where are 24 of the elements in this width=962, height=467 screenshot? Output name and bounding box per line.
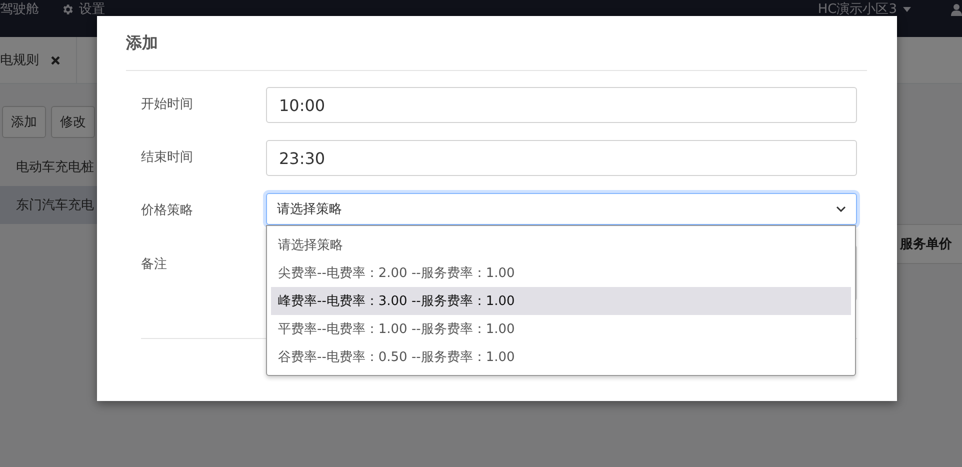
toolbar-button[interactable]: 修改 [51,106,95,138]
community-dropdown[interactable]: HC演示小区3 [818,3,911,16]
field-label: 开始时间 [141,96,194,113]
field-label: 备注 [141,256,168,273]
dropdown-option[interactable]: 谷费率--电费率：0.50 --服务费率：1.00 [271,343,851,371]
nav-link[interactable]: 驾驶舱 [0,3,39,16]
select-field[interactable]: 请选择策略 [266,193,857,225]
dropdown-option[interactable]: 平费率--电费率：1.00 --服务费率：1.00 [271,315,851,343]
tab[interactable]: 电规则 [0,51,39,69]
toolbar-button[interactable]: 添加 [2,106,46,138]
input-field[interactable]: 23:30 [266,140,857,176]
dialog-title: 添加 [126,32,158,54]
dropdown-option[interactable]: 峰费率--电费率：3.00 --服务费率：1.00 [271,287,851,315]
nav-link[interactable]: 设置 [61,3,105,16]
close-icon[interactable] [51,56,60,64]
caret-icon [903,7,911,12]
dropdown-option[interactable]: 请选择策略 [271,231,851,259]
settings-icon [61,3,74,16]
dropdown-option[interactable]: 尖费率--电费率：2.00 --服务费率：1.00 [271,259,851,287]
chevron-down-icon [836,206,846,212]
input-field[interactable]: 10:00 [266,87,857,123]
field-label: 结束时间 [141,149,194,166]
user-icon[interactable] [951,4,962,16]
field-label: 价格策略 [141,202,194,219]
